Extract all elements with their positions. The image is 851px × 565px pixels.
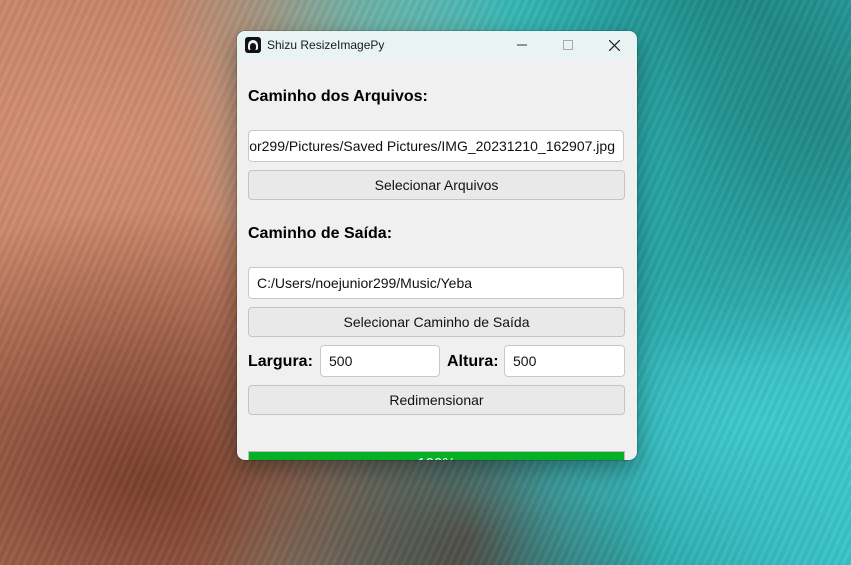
files-path-input[interactable]: C:/Users/noejunior299/Pictures/Saved Pic…: [248, 130, 624, 162]
width-input[interactable]: 500: [320, 345, 440, 377]
minimize-button[interactable]: [499, 31, 545, 59]
output-path-label: Caminho de Saída:: [248, 225, 393, 242]
files-path-value: C:/Users/noejunior299/Pictures/Saved Pic…: [249, 138, 615, 154]
close-icon: [608, 39, 620, 51]
output-path-input[interactable]: C:/Users/noejunior299/Music/Yeba: [248, 267, 624, 299]
height-label: Altura:: [447, 353, 499, 370]
title-bar: Shizu ResizeImagePy: [237, 31, 637, 59]
maximize-button[interactable]: [545, 31, 591, 59]
window-title: Shizu ResizeImagePy: [267, 38, 385, 52]
close-button[interactable]: [591, 31, 637, 59]
progress-text: 100%: [249, 452, 624, 460]
height-input[interactable]: 500: [504, 345, 625, 377]
width-label: Largura:: [248, 353, 313, 370]
resize-button[interactable]: Redimensionar: [248, 385, 625, 415]
app-window: Shizu ResizeImagePy Caminho dos Arquivos…: [237, 31, 637, 460]
files-path-label: Caminho dos Arquivos:: [248, 88, 428, 105]
progress-bar: 100%: [248, 451, 625, 460]
minimize-icon: [517, 44, 527, 46]
window-controls: [499, 31, 637, 59]
app-logo-icon: [245, 37, 261, 53]
select-files-button[interactable]: Selecionar Arquivos: [248, 170, 625, 200]
select-output-button[interactable]: Selecionar Caminho de Saída: [248, 307, 625, 337]
maximize-icon: [563, 40, 573, 50]
